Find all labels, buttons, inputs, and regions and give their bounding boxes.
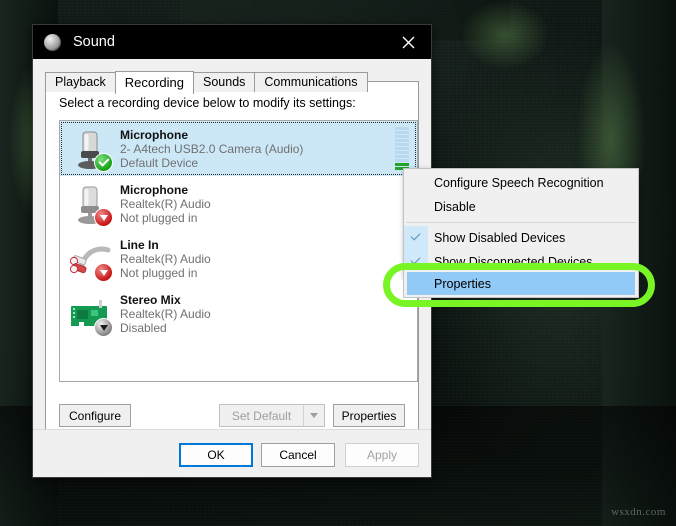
list-item[interactable]: Line In Realtek(R) Audio Not plugged in [60, 231, 417, 286]
context-menu-properties-section[interactable]: Properties [403, 270, 639, 298]
menu-item-label: Configure Speech Recognition [434, 176, 604, 190]
tab-communications[interactable]: Communications [254, 72, 368, 92]
device-detail: Realtek(R) Audio [120, 306, 211, 321]
list-item[interactable]: Microphone 2- A4tech USB2.0 Camera (Audi… [60, 121, 417, 176]
menu-item-label: Show Disconnected Devices [434, 255, 593, 269]
menu-item-show-disabled-devices[interactable]: Show Disabled Devices [404, 226, 638, 250]
tab-playback[interactable]: Playback [45, 72, 116, 92]
tabstrip: Playback Recording Sounds Communications [45, 71, 431, 94]
close-icon[interactable] [385, 25, 431, 59]
cancel-button[interactable]: Cancel [261, 443, 335, 467]
list-item[interactable]: Microphone Realtek(R) Audio Not plugged … [60, 176, 417, 231]
recording-tab-page: Select a recording device below to modif… [45, 81, 419, 440]
instruction-label: Select a recording device below to modif… [59, 96, 356, 110]
device-state: Not plugged in [120, 210, 198, 225]
green-check-icon [94, 152, 113, 172]
menu-item-label: Properties [434, 276, 491, 291]
device-info: Microphone Realtek(R) Audio Not plugged … [120, 183, 417, 225]
menu-item-configure-speech-recognition[interactable]: Configure Speech Recognition [404, 171, 638, 195]
ok-button[interactable]: OK [179, 443, 253, 467]
device-state: Disabled [120, 320, 167, 335]
speaker-icon [44, 33, 61, 51]
ok-button-label: OK [207, 448, 225, 462]
tab-sounds[interactable]: Sounds [193, 72, 256, 92]
properties-button-label: Properties [341, 408, 397, 423]
device-name: Stereo Mix [120, 292, 181, 307]
properties-button[interactable]: Properties [333, 404, 405, 427]
dialog-title: Sound [73, 34, 115, 50]
gray-down-arrow-icon [94, 317, 113, 337]
dialog-footer: OK Cancel Apply [33, 429, 431, 477]
device-info: Line In Realtek(R) Audio Not plugged in [120, 238, 417, 280]
sound-dialog: Sound Playback Recording Sounds Communic… [32, 24, 432, 478]
device-state: Not plugged in [120, 265, 198, 280]
context-menu[interactable]: Configure Speech Recognition Disable Sho… [403, 168, 639, 277]
desktop-background: wsxdn.com Sound Playback Recording Sound… [0, 0, 676, 526]
device-name: Line In [120, 237, 159, 252]
caret-glyph [310, 413, 318, 418]
menu-separator [406, 222, 636, 223]
chevron-down-icon[interactable] [303, 404, 325, 427]
set-default-button[interactable]: Set Default [219, 404, 303, 427]
rca-cable-icon [68, 237, 113, 282]
list-item[interactable]: Stereo Mix Realtek(R) Audio Disabled [60, 286, 417, 341]
device-detail: 2- A4tech USB2.0 Camera (Audio) [120, 141, 304, 156]
checkmark-icon [410, 230, 421, 241]
cancel-button-label: Cancel [279, 448, 317, 462]
background-foliage-c [460, 0, 550, 70]
configure-button[interactable]: Configure [59, 404, 131, 427]
list-action-buttons: Configure Set Default Properties [59, 404, 405, 427]
device-info: Stereo Mix Realtek(R) Audio Disabled [120, 293, 417, 335]
apply-button-label: Apply [366, 448, 398, 462]
recording-device-list[interactable]: Microphone 2- A4tech USB2.0 Camera (Audi… [59, 120, 418, 382]
device-state: Default Device [120, 155, 199, 170]
site-watermark: wsxdn.com [611, 506, 666, 518]
red-down-arrow-icon [94, 207, 113, 227]
device-detail: Realtek(R) Audio [120, 251, 211, 266]
menu-item-properties[interactable]: Properties [407, 272, 635, 295]
apply-button: Apply [345, 443, 419, 467]
menu-item-label: Show Disabled Devices [434, 231, 566, 245]
red-down-arrow-icon [94, 262, 113, 282]
dialog-titlebar: Sound [33, 25, 431, 59]
set-default-button-label: Set Default [231, 408, 292, 423]
device-detail: Realtek(R) Audio [120, 196, 211, 211]
checkmark-icon [410, 254, 421, 265]
microphone-icon [68, 182, 113, 227]
menu-item-label: Disable [434, 200, 476, 214]
set-default-split-button[interactable]: Set Default [219, 404, 325, 427]
device-name: Microphone [120, 127, 188, 142]
tab-recording[interactable]: Recording [114, 71, 194, 94]
microphone-icon [68, 127, 113, 172]
volume-meter [395, 126, 409, 170]
configure-button-label: Configure [68, 408, 122, 423]
sound-card-icon [68, 292, 113, 337]
menu-item-disable[interactable]: Disable [404, 195, 638, 219]
device-info: Microphone 2- A4tech USB2.0 Camera (Audi… [120, 128, 417, 170]
device-name: Microphone [120, 182, 188, 197]
